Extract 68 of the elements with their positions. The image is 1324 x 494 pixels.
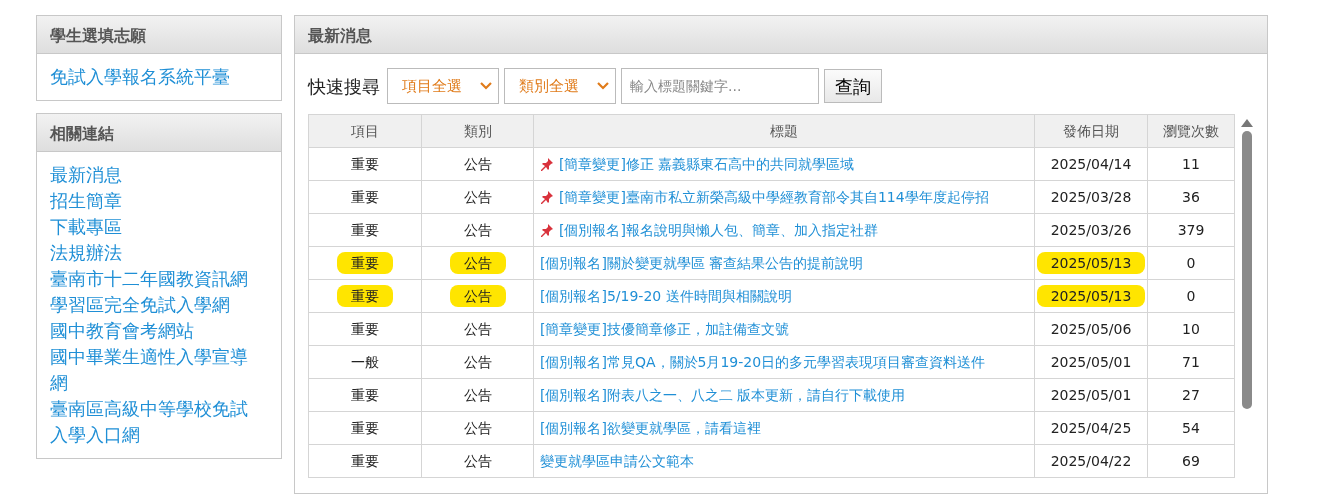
table-cell: 71 — [1147, 345, 1235, 379]
table-cell: 重要 — [308, 378, 422, 412]
table-cell: 公告 — [421, 180, 534, 214]
sidebar-link[interactable]: 免試入學報名系統平臺 — [50, 64, 261, 90]
table-cell: 公告 — [421, 147, 534, 181]
column-header: 項目 — [308, 114, 422, 148]
table-cell: 2025/05/06 — [1034, 312, 1148, 346]
table-cell: 重要 — [308, 312, 422, 346]
panel-header: 最新消息 — [295, 16, 1267, 54]
column-header: 標題 — [533, 114, 1035, 148]
table-cell: 2025/03/26 — [1034, 213, 1148, 247]
table-cell: 重要 — [337, 284, 393, 307]
table-cell: 27 — [1147, 378, 1235, 412]
sidebar-link[interactable]: 臺南區高級中等學校免試入學入口網 — [50, 396, 261, 448]
table-cell: 0 — [1147, 279, 1235, 313]
search-label: 快速搜尋 — [308, 74, 380, 99]
table-cell: 重要 — [308, 444, 422, 478]
scrollbar-thumb[interactable] — [1242, 131, 1252, 409]
table-cell: 2025/03/28 — [1034, 180, 1148, 214]
table-cell: 公告 — [421, 444, 534, 478]
table-cell: 重要 — [308, 147, 422, 181]
table-cell: 36 — [1147, 180, 1235, 214]
table-cell: 2025/05/01 — [1034, 345, 1148, 379]
table-cell: 公告 — [421, 411, 534, 445]
table-cell: 0 — [1147, 246, 1235, 280]
table-cell: 一般 — [308, 345, 422, 379]
keyword-field[interactable]: 輸入標題關鍵字... — [621, 68, 819, 104]
sidebar-link[interactable]: 招生簡章 — [50, 188, 261, 214]
table-cell: 公告 — [449, 284, 506, 307]
table-cell: 重要 — [308, 411, 422, 445]
chevron-down-icon — [597, 82, 609, 90]
sidebar-link[interactable]: 國中畢業生適性入學宣導網 — [50, 344, 261, 396]
panel-header: 學生選填志願 — [37, 16, 281, 54]
table-cell: 379 — [1147, 213, 1235, 247]
table-cell: 公告 — [421, 345, 534, 379]
table-cell: 69 — [1147, 444, 1235, 478]
table-cell: 2025/04/25 — [1034, 411, 1148, 445]
table-cell: 2025/05/13 — [1036, 251, 1146, 274]
table-cell: 11 — [1147, 147, 1235, 181]
sidebar-link[interactable]: 臺南市十二年國教資訊網 — [50, 266, 261, 292]
column-header: 瀏覽次數 — [1147, 114, 1235, 148]
sidebar-link[interactable]: 下載專區 — [50, 214, 261, 240]
sidebar-link[interactable]: 最新消息 — [50, 162, 261, 188]
table-cell: 公告 — [421, 378, 534, 412]
filter-dropdown[interactable]: 類別全選 — [504, 68, 616, 104]
table-cell: 公告 — [421, 213, 534, 247]
filter-dropdown[interactable]: 項目全選 — [387, 68, 499, 104]
news-title-link[interactable]: 變更就學區申請公文範本 — [540, 452, 694, 469]
table-cell: 2025/05/01 — [1034, 378, 1148, 412]
sidebar-link[interactable]: 國中教育會考網站 — [50, 318, 261, 344]
table-cell: 公告 — [421, 312, 534, 346]
table-cell: 2025/04/22 — [1034, 444, 1148, 478]
sidebar-link[interactable]: 學習區完全免試入學網 — [50, 292, 261, 318]
table-cell: 重要 — [337, 251, 393, 274]
scroll-up-icon[interactable] — [1241, 119, 1253, 127]
search-button[interactable]: 查詢 — [824, 69, 882, 103]
table-cell: 10 — [1147, 312, 1235, 346]
table-cell: 2025/04/14 — [1034, 147, 1148, 181]
table-cell: 54 — [1147, 411, 1235, 445]
column-header: 發佈日期 — [1034, 114, 1148, 148]
table-cell: 重要 — [308, 180, 422, 214]
sidebar-link[interactable]: 法規辦法 — [50, 240, 261, 266]
table-cell: 公告 — [449, 251, 506, 274]
table-cell: 重要 — [308, 213, 422, 247]
column-header: 類別 — [421, 114, 534, 148]
table-cell: 2025/05/13 — [1036, 284, 1146, 307]
panel-header: 相關連結 — [37, 114, 281, 152]
chevron-down-icon — [480, 82, 492, 90]
